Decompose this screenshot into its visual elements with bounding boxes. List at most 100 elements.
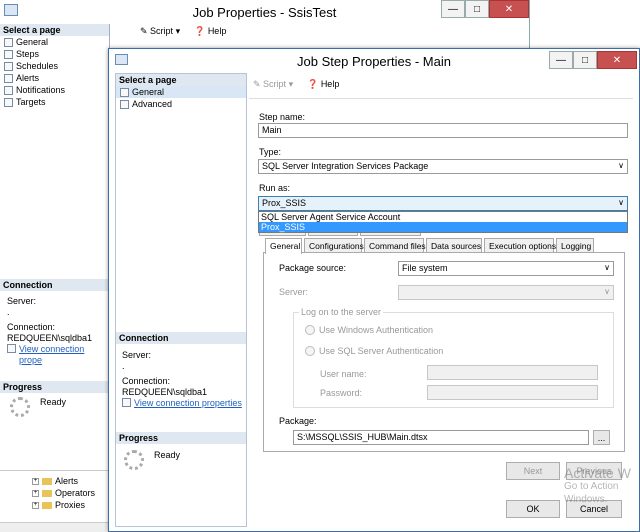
tab-data-sources[interactable]: Data sources: [426, 238, 482, 253]
step-server-value: .: [122, 361, 125, 371]
job-page-label: General: [16, 37, 49, 47]
run-as-option[interactable]: SQL Server Agent Service Account: [259, 212, 627, 222]
dialog-icon: [115, 54, 128, 65]
maximize-button[interactable]: □: [465, 0, 489, 18]
tree-item[interactable]: + Operators: [32, 487, 110, 499]
tree-item-label: Operators: [55, 488, 96, 498]
close-button[interactable]: ✕: [489, 0, 529, 18]
page-icon: [4, 37, 13, 47]
step-page-label: Advanced: [132, 99, 173, 109]
connection-link-icon: [122, 398, 131, 407]
run-as-select[interactable]: Prox_SSIS: [258, 196, 628, 211]
step-select-page-header: Select a page: [116, 74, 246, 86]
tab-command-files[interactable]: Command files: [364, 238, 426, 253]
job-select-page-header: Select a page: [0, 24, 109, 36]
dialog-minimize-button[interactable]: —: [549, 51, 573, 69]
page-icon: [4, 73, 13, 83]
step-connection-label: Connection:: [122, 376, 171, 386]
job-window-titlebar: Job Properties - SsisTest — □ ✕: [0, 0, 529, 24]
step-progress-spinner-icon: [124, 450, 144, 470]
job-page-schedules[interactable]: Schedules: [0, 60, 109, 72]
step-dialog-titlebar: Job Step Properties - Main — □ ✕: [109, 49, 639, 73]
progress-spinner-icon: [10, 397, 30, 417]
server-label: Server:: [279, 287, 309, 297]
step-dialog-title: Job Step Properties - Main: [297, 53, 451, 69]
step-help-button[interactable]: ❓ Help: [307, 79, 339, 90]
dialog-close-button[interactable]: ✕: [597, 51, 637, 69]
run-as-option-selected[interactable]: Prox_SSIS: [259, 222, 627, 232]
step-left-panel: Select a page General Advanced Connection…: [115, 73, 247, 527]
page-icon: [4, 61, 13, 71]
expand-icon[interactable]: +: [32, 501, 39, 509]
job-window-title: Job Properties - SsisTest: [192, 4, 337, 20]
password-input[interactable]: [427, 385, 598, 400]
expand-icon[interactable]: +: [32, 477, 39, 485]
step-script-label: Script: [263, 79, 287, 89]
job-connection-header: Connection: [0, 279, 110, 291]
object-explorer-tree: + Alerts + Operators + Proxies: [0, 470, 110, 532]
folder-icon: [42, 477, 52, 485]
package-path-input[interactable]: S:\MSSQL\SSIS_HUB\Main.dtsx: [293, 430, 589, 445]
step-script-button[interactable]: ✎ Script ▾: [253, 79, 293, 90]
job-script-button[interactable]: ✎ Script ▾: [140, 26, 180, 37]
step-name-input[interactable]: Main: [258, 123, 628, 138]
job-page-alerts[interactable]: Alerts: [0, 72, 109, 84]
tab-configurations[interactable]: Configurations: [304, 238, 364, 253]
tree-item-label: Proxies: [55, 500, 86, 510]
tab-execution-options[interactable]: Execution options: [484, 238, 556, 253]
server-select[interactable]: [398, 285, 614, 300]
job-help-button[interactable]: ❓ Help: [194, 26, 226, 37]
logon-group-label: Log on to the server: [299, 307, 384, 317]
watermark-line-1: Activate W: [564, 465, 631, 481]
link-icon: [7, 344, 16, 353]
tree-item[interactable]: + Proxies: [32, 499, 110, 511]
next-button[interactable]: Next: [506, 462, 560, 480]
app-icon: [4, 4, 18, 16]
step-page-label: General: [132, 87, 165, 97]
step-progress-header: Progress: [116, 432, 246, 444]
job-connection-label: Connection:: [7, 322, 56, 332]
win-auth-label: Use Windows Authentication: [319, 325, 434, 335]
tree-scrollbar[interactable]: [0, 522, 110, 532]
job-page-label: Targets: [16, 97, 46, 107]
minimize-button[interactable]: —: [441, 0, 465, 18]
folder-icon: [42, 501, 52, 509]
job-page-notifications[interactable]: Notifications: [0, 84, 109, 96]
win-auth-radio[interactable]: [305, 325, 315, 335]
tree-item[interactable]: + Alerts: [32, 475, 110, 487]
job-page-label: Alerts: [16, 73, 40, 83]
job-page-label: Notifications: [16, 85, 66, 95]
page-icon: [4, 49, 13, 59]
step-page-advanced[interactable]: Advanced: [116, 98, 246, 110]
job-page-label: Steps: [16, 49, 40, 59]
step-page-general[interactable]: General: [116, 86, 246, 98]
job-server-value: .: [7, 307, 10, 317]
dialog-maximize-button[interactable]: □: [573, 51, 597, 69]
job-page-targets[interactable]: Targets: [0, 96, 109, 108]
tab-logging[interactable]: Logging: [556, 238, 594, 253]
browse-button[interactable]: ...: [593, 430, 610, 445]
package-source-label: Package source:: [279, 263, 347, 273]
page-icon: [4, 85, 13, 95]
expand-icon[interactable]: +: [32, 489, 39, 497]
package-source-select[interactable]: File system: [398, 261, 614, 276]
job-view-connection-link[interactable]: View connection prope: [19, 344, 109, 366]
job-progress-status: Ready: [40, 397, 67, 407]
tab-general[interactable]: General: [265, 238, 302, 254]
run-as-label: Run as:: [259, 183, 291, 193]
step-connection-header: Connection: [116, 332, 246, 344]
user-name-input[interactable]: [427, 365, 598, 380]
sql-auth-radio[interactable]: [305, 346, 315, 356]
job-progress-header: Progress: [0, 381, 110, 393]
run-as-dropdown-list[interactable]: SQL Server Agent Service Account Prox_SS…: [258, 211, 628, 233]
job-left-panel: Select a page General Steps Schedules Alert…: [0, 24, 110, 494]
job-page-general[interactable]: General: [0, 36, 109, 48]
type-select[interactable]: SQL Server Integration Services Package: [258, 159, 628, 174]
ok-button[interactable]: OK: [506, 500, 560, 518]
step-progress-status: Ready: [154, 450, 181, 460]
sql-auth-label: Use SQL Server Authentication: [319, 346, 444, 356]
job-server-label: Server:: [7, 296, 37, 306]
step-view-connection-link[interactable]: View connection properties: [134, 398, 242, 409]
job-page-steps[interactable]: Steps: [0, 48, 109, 60]
activation-watermark: Activate W Go to Action Windows.: [564, 465, 631, 506]
